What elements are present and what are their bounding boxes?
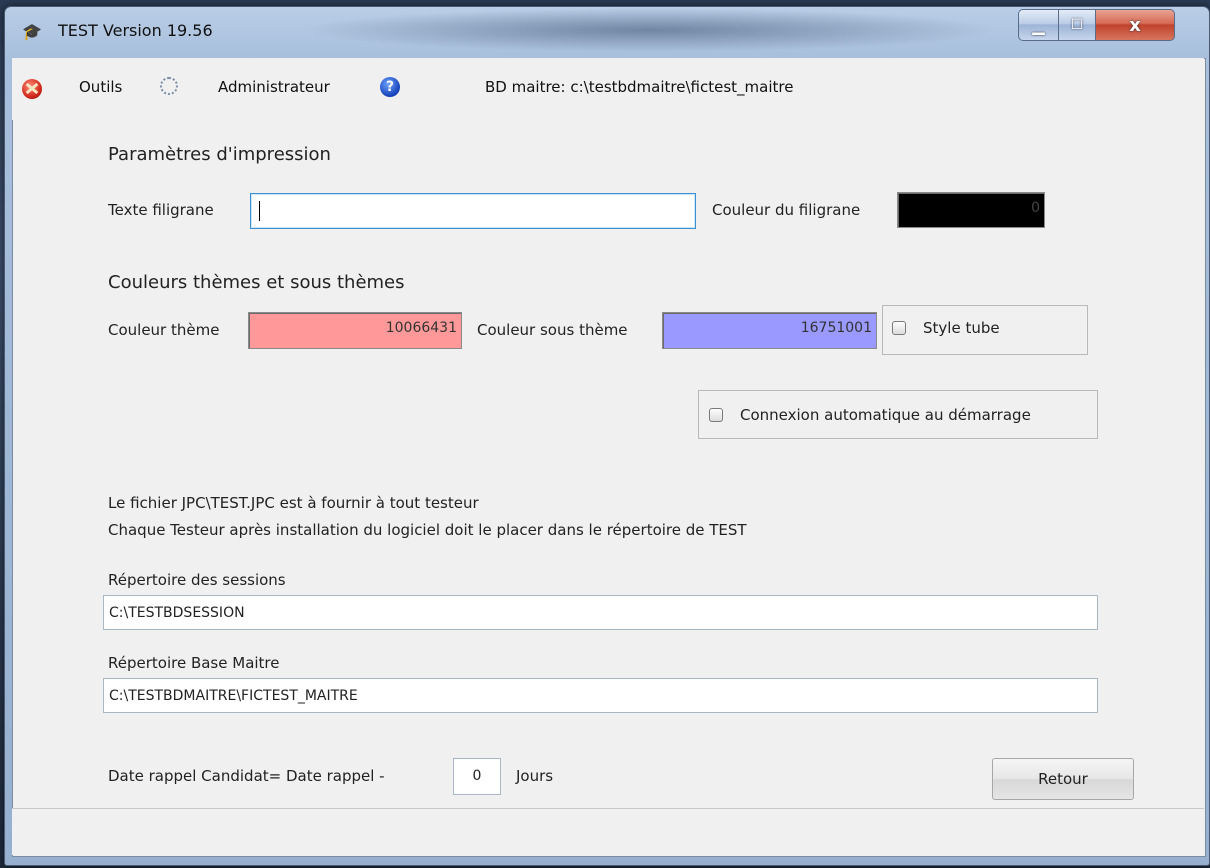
titlebar-background: [300, 8, 1000, 52]
window-controls: ▁ ☐ x: [1018, 9, 1175, 41]
label-repertoire-sessions: Répertoire des sessions: [108, 571, 286, 589]
info-line-1: Le fichier JPC\TEST.JPC est à fournir à …: [108, 494, 479, 512]
connexion-auto-checkbox[interactable]: [709, 408, 723, 422]
repertoire-sessions-input[interactable]: C:\TESTBDSESSION: [103, 595, 1098, 630]
rappel-jours-input[interactable]: 0: [453, 758, 501, 795]
info-line-2: Chaque Testeur après installation du log…: [108, 521, 747, 539]
rappel-jours-value: 0: [472, 768, 482, 784]
label-date-rappel: Date rappel Candidat= Date rappel -: [108, 767, 385, 785]
label-texte-filigrane: Texte filigrane: [108, 201, 214, 219]
window-title: TEST Version 19.56: [58, 21, 213, 40]
maximize-button[interactable]: ☐: [1059, 9, 1096, 41]
couleur-theme-swatch[interactable]: 10066431: [248, 312, 462, 349]
menu-administrateur[interactable]: Administrateur: [218, 78, 330, 96]
label-couleur-theme: Couleur thème: [108, 321, 220, 339]
section-title-couleurs: Couleurs thèmes et sous thèmes: [108, 272, 405, 293]
label-repertoire-base: Répertoire Base Maitre: [108, 654, 280, 672]
repertoire-base-input[interactable]: C:\TESTBDMAITRE\FICTEST_MAITRE: [103, 678, 1098, 713]
tools-icon[interactable]: [22, 79, 42, 99]
couleur-theme-value: 10066431: [385, 320, 457, 336]
couleur-filigrane-value: 0: [1031, 200, 1040, 216]
style-tube-checkbox[interactable]: [892, 321, 906, 335]
minimize-button[interactable]: ▁: [1018, 9, 1059, 41]
maximize-icon: ☐: [1070, 17, 1084, 33]
app-icon: 🎓: [22, 22, 42, 41]
bd-maitre-path: BD maitre: c:\testbdmaitre\fictest_maitr…: [485, 78, 794, 96]
retour-button-label: Retour: [1038, 770, 1088, 788]
repertoire-base-value: C:\TESTBDMAITRE\FICTEST_MAITRE: [109, 688, 358, 704]
close-button[interactable]: x: [1096, 9, 1175, 41]
couleur-sous-theme-value: 16751001: [800, 320, 872, 336]
label-couleur-filigrane: Couleur du filigrane: [712, 201, 861, 219]
close-icon: x: [1129, 14, 1141, 36]
status-bar: [12, 808, 1204, 855]
help-icon[interactable]: ?: [380, 77, 400, 97]
texte-filigrane-value: [251, 203, 256, 219]
label-jours: Jours: [516, 767, 554, 785]
texte-filigrane-input[interactable]: [250, 193, 696, 229]
section-title-impression: Paramètres d'impression: [108, 144, 331, 165]
repertoire-sessions-value: C:\TESTBDSESSION: [109, 605, 245, 621]
text-cursor: [259, 201, 260, 221]
couleur-filigrane-swatch[interactable]: 0: [897, 192, 1045, 228]
refresh-icon[interactable]: [160, 77, 178, 95]
minimize-icon: ▁: [1032, 15, 1045, 35]
menu-outils[interactable]: Outils: [79, 78, 122, 96]
label-couleur-sous-theme: Couleur sous thème: [477, 321, 628, 339]
connexion-auto-label[interactable]: Connexion automatique au démarrage: [740, 406, 1031, 424]
couleur-sous-theme-swatch[interactable]: 16751001: [662, 312, 877, 349]
retour-button[interactable]: Retour: [992, 758, 1134, 800]
client-area: [12, 58, 1206, 857]
style-tube-label[interactable]: Style tube: [923, 319, 1000, 337]
